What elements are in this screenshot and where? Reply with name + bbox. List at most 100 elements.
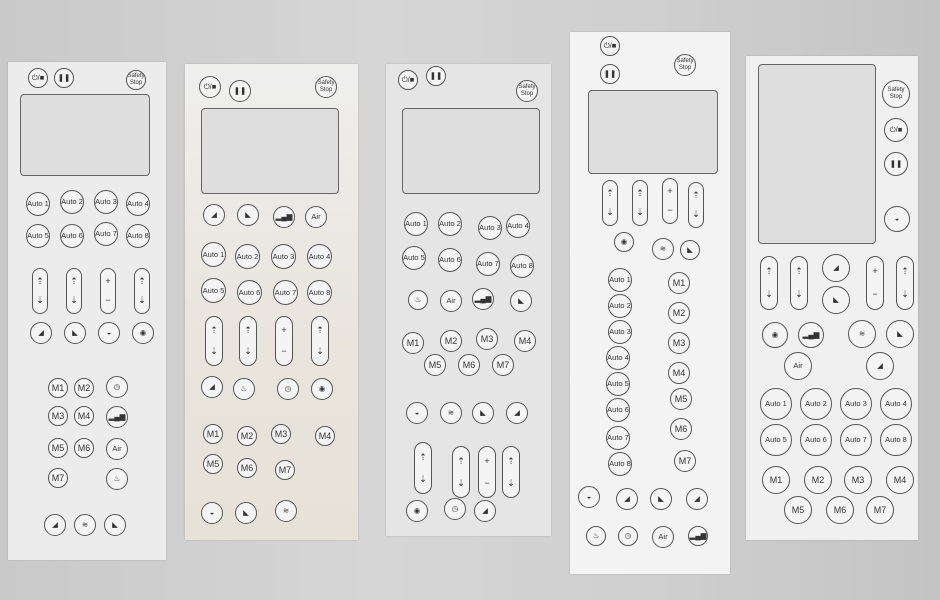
heat-button[interactable]: ◉ [311, 378, 333, 400]
heat-temp-button[interactable]: ♨ [233, 378, 255, 400]
foot-massage-button[interactable]: ◒ [98, 322, 120, 344]
foot-roller-button[interactable]: ≋ [848, 320, 876, 348]
leg-rest-button[interactable]: ◢ [686, 488, 708, 510]
air-button[interactable]: Air [305, 206, 327, 228]
m7-button[interactable]: M7 [275, 460, 295, 480]
auto-4-button[interactable]: Auto 4 [126, 192, 150, 216]
intensity-button[interactable]: ▂▄▆ [688, 526, 708, 546]
back-rest-rocker[interactable]: ⇡ ⇣ [32, 268, 48, 314]
power-stop-button[interactable]: ⏻/■ [199, 76, 221, 98]
m6-button[interactable]: M6 [458, 354, 480, 376]
leg-rest-button[interactable]: ◢ [44, 514, 66, 536]
leg-rest-rocker[interactable]: ⇡ ⇣ [790, 256, 808, 310]
calf-button[interactable]: ◣ [104, 514, 126, 536]
m5-button[interactable]: M5 [424, 354, 446, 376]
timer-button[interactable]: ◷ [618, 526, 638, 546]
auto-6-button[interactable]: Auto 6 [60, 224, 84, 248]
air-button[interactable]: Air [652, 526, 674, 548]
m4-button[interactable]: M4 [514, 330, 536, 352]
m4-button[interactable]: M4 [315, 426, 335, 446]
auto-7-button[interactable]: Auto 7 [840, 424, 872, 456]
recline-button[interactable]: ◢ [822, 254, 850, 282]
intensity-rocker[interactable]: + − [866, 256, 884, 310]
pause-button[interactable]: ❚❚ [54, 68, 74, 88]
foot-roller-button[interactable]: ≋ [440, 402, 462, 424]
zero-gravity-button[interactable]: ◣ [64, 322, 86, 344]
m7-button[interactable]: M7 [492, 354, 514, 376]
auto-8-button[interactable]: Auto 8 [126, 224, 150, 248]
air-button[interactable]: Air [784, 352, 812, 380]
auto-1-button[interactable]: Auto 1 [26, 192, 50, 216]
leg-rest-button[interactable]: ◢ [506, 402, 528, 424]
intensity-button[interactable]: ▂▄▆ [273, 206, 295, 228]
auto-3-button[interactable]: Auto 3 [608, 320, 632, 344]
m2-button[interactable]: M2 [440, 330, 462, 352]
m4-button[interactable]: M4 [74, 406, 94, 426]
calf-button[interactable]: ◣ [886, 320, 914, 348]
auto-5-button[interactable]: Auto 5 [402, 246, 426, 270]
safety-stop-button[interactable]: Safety Stop [126, 70, 146, 90]
m1-button[interactable]: M1 [668, 272, 690, 294]
m3-button[interactable]: M3 [844, 466, 872, 494]
intensity-button[interactable]: ▂▄▆ [798, 322, 824, 348]
auto-7-button[interactable]: Auto 7 [273, 280, 298, 305]
back-rest-rocker[interactable]: ⇡ ⇣ [602, 180, 618, 226]
auto-2-button[interactable]: Auto 2 [438, 212, 462, 236]
m7-button[interactable]: M7 [674, 450, 696, 472]
roller-rocker[interactable]: ⇡ ⇣ [311, 316, 329, 366]
roller-rocker[interactable]: ⇡ ⇣ [414, 442, 432, 494]
heat-button[interactable]: ◉ [406, 500, 428, 522]
zero-gravity-button[interactable]: ◣ [680, 240, 700, 260]
safety-stop-button[interactable]: Safety Stop [516, 80, 538, 102]
m5-button[interactable]: M5 [48, 438, 68, 458]
m4-button[interactable]: M4 [668, 362, 690, 384]
m5-button[interactable]: M5 [203, 454, 223, 474]
pause-button[interactable]: ❚❚ [884, 152, 908, 176]
auto-8-button[interactable]: Auto 8 [307, 280, 332, 305]
auto-8-button[interactable]: Auto 8 [608, 452, 632, 476]
m1-button[interactable]: M1 [48, 378, 68, 398]
auto-8-button[interactable]: Auto 8 [510, 254, 534, 278]
zero-gravity-button[interactable]: ◣ [822, 286, 850, 314]
m7-button[interactable]: M7 [866, 496, 894, 524]
m6-button[interactable]: M6 [237, 458, 257, 478]
m6-button[interactable]: M6 [670, 418, 692, 440]
roller-rocker[interactable]: ⇡ ⇣ [134, 268, 150, 314]
timer-button[interactable]: ◷ [444, 498, 466, 520]
foot-roller-button[interactable]: ≋ [74, 514, 96, 536]
zero-gravity-button[interactable]: ◣ [510, 290, 532, 312]
leg-rest-rocker[interactable]: ⇡ ⇣ [632, 180, 648, 226]
auto-1-button[interactable]: Auto 1 [608, 268, 632, 292]
auto-6-button[interactable]: Auto 6 [800, 424, 832, 456]
leg-rest-button[interactable]: ◢ [866, 352, 894, 380]
recline-button[interactable]: ◢ [30, 322, 52, 344]
m3-button[interactable]: M3 [48, 406, 68, 426]
m3-button[interactable]: M3 [271, 424, 291, 444]
pause-button[interactable]: ❚❚ [600, 64, 620, 84]
leg-rest-rocker[interactable]: ⇡ ⇣ [239, 316, 257, 366]
roller-rocker[interactable]: ⇡ ⇣ [896, 256, 914, 310]
auto-3-button[interactable]: Auto 3 [94, 190, 118, 214]
timer-button[interactable]: ◷ [106, 376, 128, 398]
power-stop-button[interactable]: ⏻/■ [28, 68, 48, 88]
auto-3-button[interactable]: Auto 3 [840, 388, 872, 420]
auto-2-button[interactable]: Auto 2 [800, 388, 832, 420]
leg-rest-rocker[interactable]: ⇡ ⇣ [502, 446, 520, 498]
intensity-button[interactable]: ▂▄▆ [106, 406, 128, 428]
back-rest-rocker[interactable]: ⇡ ⇣ [205, 316, 223, 366]
heat-button[interactable]: ◉ [132, 322, 154, 344]
heat-button[interactable]: ◉ [614, 232, 634, 252]
auto-4-button[interactable]: Auto 4 [506, 214, 530, 238]
m3-button[interactable]: M3 [476, 328, 498, 350]
m7-button[interactable]: M7 [48, 468, 68, 488]
m6-button[interactable]: M6 [74, 438, 94, 458]
intensity-rocker[interactable]: + − [478, 446, 496, 498]
m3-button[interactable]: M3 [668, 332, 690, 354]
m1-button[interactable]: M1 [203, 424, 223, 444]
auto-3-button[interactable]: Auto 3 [271, 244, 296, 269]
auto-7-button[interactable]: Auto 7 [476, 252, 500, 276]
timer-button[interactable]: ◷ [277, 378, 299, 400]
roller-rocker[interactable]: ⇡ ⇣ [688, 182, 704, 228]
m6-button[interactable]: M6 [826, 496, 854, 524]
auto-7-button[interactable]: Auto 7 [606, 426, 630, 450]
